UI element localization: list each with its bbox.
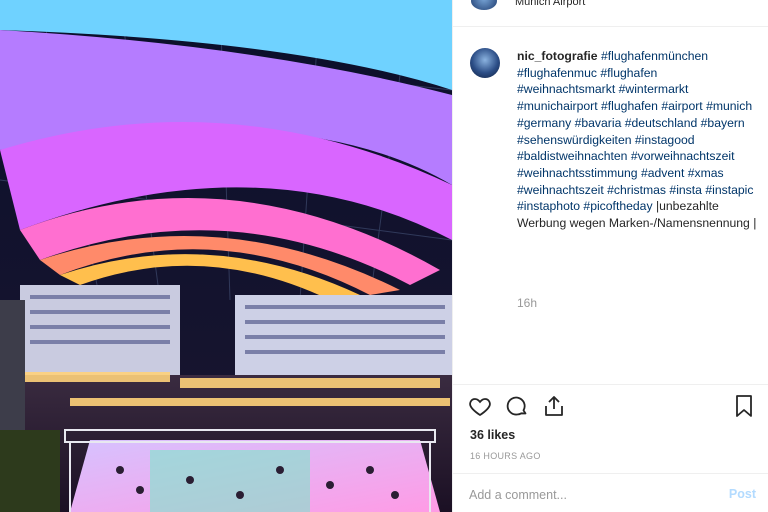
caption: nic_fotografie #flughafenmünchen #flugha…: [517, 48, 757, 232]
hashtag-link[interactable]: #xmas: [688, 166, 724, 180]
hashtag-link[interactable]: #insta: [669, 183, 702, 197]
post-time-ago[interactable]: 16 HOURS AGO: [470, 451, 541, 461]
action-bar: [468, 394, 758, 420]
hashtag-link[interactable]: #flughafen: [601, 99, 658, 113]
hashtag-link[interactable]: #wintermarkt: [619, 82, 689, 96]
post-sidebar: Munich Airport nic_fotografie #flughafen…: [452, 0, 768, 512]
caption-body: #flughafenmünchen #flughafenmuc #flughaf…: [517, 49, 756, 230]
comment-input[interactable]: [469, 488, 709, 502]
divider: [453, 473, 768, 474]
hashtag-link[interactable]: #weihnachtsmarkt: [517, 82, 615, 96]
post-comment-button[interactable]: Post: [729, 487, 756, 501]
hashtag-link[interactable]: #munich: [706, 99, 752, 113]
caption-avatar[interactable]: [470, 48, 500, 78]
post-photo-image: [0, 0, 452, 512]
share-icon[interactable]: [542, 394, 568, 420]
hashtag-link[interactable]: #munichairport: [517, 99, 598, 113]
hashtag-link[interactable]: #weihnachtszeit: [517, 183, 604, 197]
hashtag-link[interactable]: #instapic: [705, 183, 753, 197]
caption-username[interactable]: nic_fotografie: [517, 49, 598, 63]
bookmark-icon[interactable]: [732, 394, 758, 420]
hashtag-link[interactable]: #sehenswürdigkeiten: [517, 133, 632, 147]
hashtag-link[interactable]: #bavaria: [575, 116, 622, 130]
hashtag-link[interactable]: #flughafenmuc: [517, 66, 597, 80]
hashtag-link[interactable]: #christmas: [607, 183, 666, 197]
hashtag-link[interactable]: #airport: [661, 99, 702, 113]
hashtag-link[interactable]: #instaphoto: [517, 199, 580, 213]
hashtag-link[interactable]: #bayern: [701, 116, 745, 130]
hashtag-link[interactable]: #flughafen: [600, 66, 657, 80]
divider: [453, 384, 768, 385]
comment-icon[interactable]: [505, 394, 531, 420]
hashtag-link[interactable]: #advent: [641, 166, 684, 180]
location-link[interactable]: Munich Airport: [515, 0, 585, 8]
hashtag-link[interactable]: #baldistweihnachten: [517, 149, 627, 163]
hashtag-link[interactable]: #germany: [517, 116, 571, 130]
likes-count[interactable]: 36 likes: [470, 428, 515, 442]
hashtag-link[interactable]: #vorweihnachtszeit: [631, 149, 735, 163]
hashtag-link[interactable]: #deutschland: [625, 116, 698, 130]
hashtag-link[interactable]: #flughafenmünchen: [601, 49, 708, 63]
header-avatar[interactable]: [471, 0, 497, 10]
heart-icon[interactable]: [468, 394, 494, 420]
hashtag-link[interactable]: #weihnachtsstimmung: [517, 166, 638, 180]
caption-timestamp[interactable]: 16h: [517, 296, 537, 310]
hashtag-link[interactable]: #instagood: [635, 133, 695, 147]
post-photo[interactable]: [0, 0, 452, 512]
hashtag-link[interactable]: #picoftheday: [583, 199, 652, 213]
post-header: Munich Airport: [453, 0, 768, 27]
